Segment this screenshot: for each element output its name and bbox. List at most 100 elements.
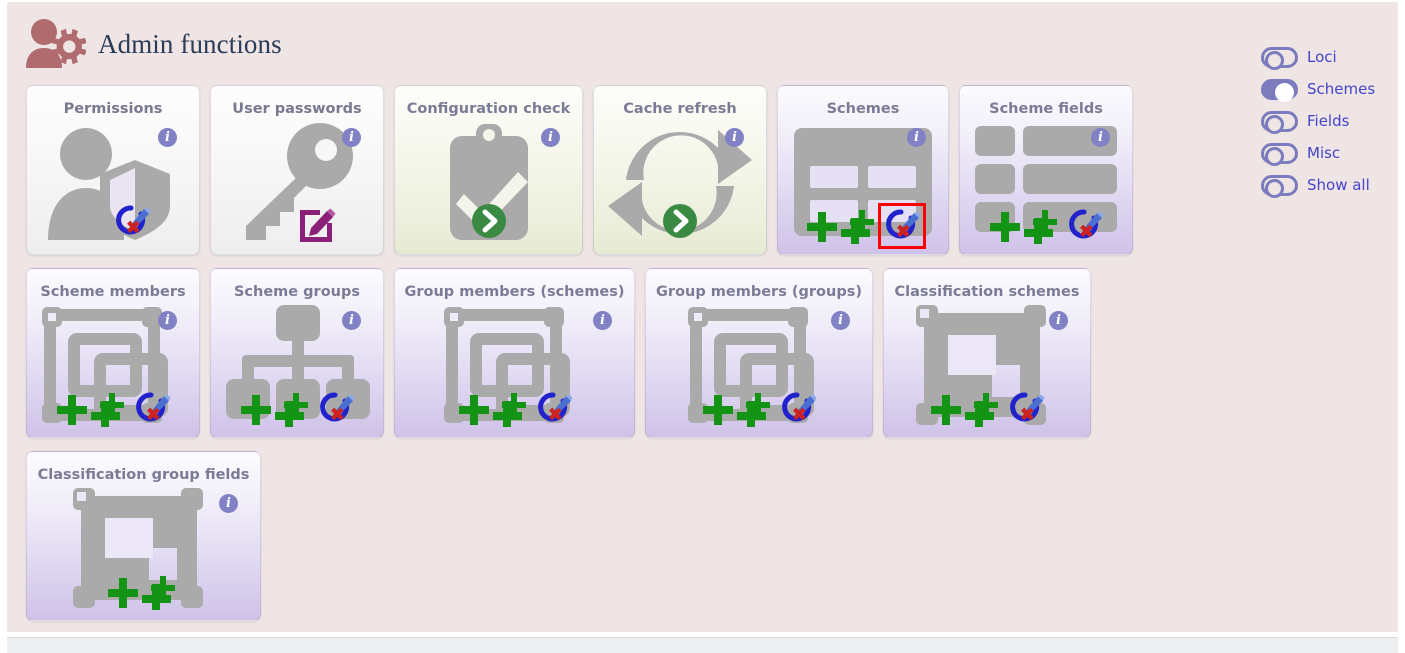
admin-card-group-members-groups[interactable]: Group members (groups) i — [645, 268, 873, 438]
admin-card-scheme-groups[interactable]: Scheme groups i — [210, 268, 384, 438]
action-add-multiple-icon[interactable] — [964, 393, 1005, 431]
admin-card-grid: Permissions i User passwords i Configuration… — [26, 85, 1266, 634]
toggle-fields-knob — [1265, 114, 1284, 134]
card-title: Cache refresh — [623, 101, 737, 117]
toggle-fields-switch[interactable] — [1261, 110, 1298, 134]
card-actions — [805, 203, 926, 249]
card-row: Scheme members i Scheme groups i Group membe… — [26, 268, 1266, 438]
info-icon[interactable]: i — [907, 128, 926, 147]
action-query-icon[interactable] — [535, 391, 573, 427]
action-query-icon[interactable] — [317, 391, 355, 427]
toggle-show-all-knob — [1265, 178, 1284, 198]
action-add-icon[interactable] — [929, 393, 963, 427]
info-icon[interactable]: i — [1049, 311, 1068, 330]
card-actions — [239, 391, 355, 431]
action-add-icon[interactable] — [55, 393, 89, 427]
action-add-multiple-icon[interactable] — [1023, 210, 1064, 248]
toggle-schemes-knob — [1275, 82, 1294, 102]
card-actions — [661, 202, 699, 240]
action-query-icon[interactable] — [133, 391, 171, 427]
toggle-schemes-switch[interactable] — [1261, 78, 1298, 102]
admin-card-scheme-fields[interactable]: Scheme fields i — [959, 85, 1133, 255]
card-row: Classification group fields i — [26, 451, 1266, 621]
toggle-loci-label: Loci — [1307, 48, 1337, 66]
action-go-icon[interactable] — [661, 202, 699, 240]
card-title: Schemes — [826, 101, 900, 117]
admin-card-cache-refresh[interactable]: Cache refresh i — [593, 85, 767, 255]
toggle-show-all-switch[interactable] — [1261, 174, 1298, 198]
toggle-schemes[interactable]: Schemes — [1261, 73, 1391, 105]
toggle-show-all-label: Show all — [1307, 176, 1370, 194]
admin-functions-page: Admin functions Loci Schemes Fields Misc Sho… — [0, 0, 1405, 653]
action-add-icon[interactable] — [457, 393, 491, 427]
card-actions — [55, 391, 171, 431]
card-title: Permissions — [63, 101, 163, 117]
toggle-show-all[interactable]: Show all — [1261, 169, 1391, 201]
toggle-loci-knob — [1265, 50, 1284, 70]
admin-card-classification-schemes[interactable]: Classification schemes i — [883, 268, 1091, 438]
action-edit-icon[interactable] — [297, 202, 337, 242]
action-query-icon[interactable] — [779, 391, 817, 427]
toggle-misc-switch[interactable] — [1261, 142, 1298, 166]
toggle-schemes-label: Schemes — [1307, 80, 1376, 98]
toggle-fields[interactable]: Fields — [1261, 105, 1391, 137]
info-icon[interactable]: i — [831, 311, 850, 330]
card-title: Scheme fields — [989, 101, 1103, 117]
action-add-multiple-icon[interactable] — [140, 576, 182, 614]
info-icon[interactable]: i — [158, 311, 177, 330]
toggle-misc-knob — [1265, 146, 1284, 166]
card-actions — [701, 391, 817, 431]
info-icon[interactable]: i — [219, 494, 238, 513]
admin-card-user-passwords[interactable]: User passwords i — [210, 85, 384, 255]
action-query-icon[interactable] — [1007, 391, 1045, 427]
filter-toggles: Loci Schemes Fields Misc Show all — [1261, 41, 1391, 201]
info-icon[interactable]: i — [593, 311, 612, 330]
action-add-icon[interactable] — [701, 393, 735, 427]
action-add-icon[interactable] — [106, 576, 140, 610]
page-title: Admin functions — [98, 28, 282, 59]
user-gear-icon — [20, 18, 87, 70]
toggle-misc-label: Misc — [1307, 144, 1341, 162]
action-add-multiple-icon[interactable] — [736, 393, 777, 431]
admin-card-classification-group-fields[interactable]: Classification group fields i — [26, 451, 261, 621]
card-title: Scheme groups — [233, 284, 360, 300]
info-icon[interactable]: i — [1091, 128, 1110, 147]
page-footer-strip — [7, 637, 1398, 653]
admin-card-scheme-members[interactable]: Scheme members i — [26, 268, 200, 438]
action-add-multiple-icon[interactable] — [491, 393, 533, 431]
admin-card-group-members-schemes[interactable]: Group members (schemes) i — [394, 268, 635, 438]
action-add-multiple-icon[interactable] — [840, 210, 881, 248]
action-add-multiple-icon[interactable] — [274, 393, 315, 431]
card-title: Configuration check — [406, 101, 571, 117]
action-add-icon[interactable] — [239, 393, 273, 427]
card-actions — [470, 202, 508, 240]
action-go-icon[interactable] — [470, 202, 508, 240]
card-actions — [988, 208, 1104, 248]
action-query-icon-highlighted[interactable] — [878, 203, 926, 249]
info-icon[interactable]: i — [158, 128, 177, 147]
card-title: Group members (schemes) — [404, 284, 625, 300]
action-add-multiple-icon[interactable] — [90, 393, 131, 431]
toggle-loci-switch[interactable] — [1261, 46, 1298, 70]
toggle-misc[interactable]: Misc — [1261, 137, 1391, 169]
info-icon[interactable]: i — [725, 128, 744, 147]
card-title: Classification group fields — [37, 467, 250, 483]
toggle-loci[interactable]: Loci — [1261, 41, 1391, 73]
action-add-icon[interactable] — [988, 210, 1022, 244]
admin-card-configuration-check[interactable]: Configuration check i — [394, 85, 583, 255]
info-icon[interactable]: i — [342, 311, 361, 330]
card-actions — [106, 576, 182, 614]
action-query-icon[interactable] — [113, 204, 151, 240]
action-query-icon[interactable] — [1066, 208, 1104, 244]
card-actions — [113, 204, 151, 240]
card-actions — [457, 391, 573, 431]
admin-card-schemes[interactable]: Schemes i — [777, 85, 949, 255]
info-icon[interactable]: i — [342, 128, 361, 147]
card-title: Group members (groups) — [656, 284, 862, 300]
info-icon[interactable]: i — [541, 128, 560, 147]
admin-card-permissions[interactable]: Permissions i — [26, 85, 200, 255]
toggle-fields-label: Fields — [1307, 112, 1350, 130]
page-header: Admin functions — [20, 16, 282, 72]
action-add-icon[interactable] — [805, 210, 839, 244]
card-title: Classification schemes — [894, 284, 1080, 300]
